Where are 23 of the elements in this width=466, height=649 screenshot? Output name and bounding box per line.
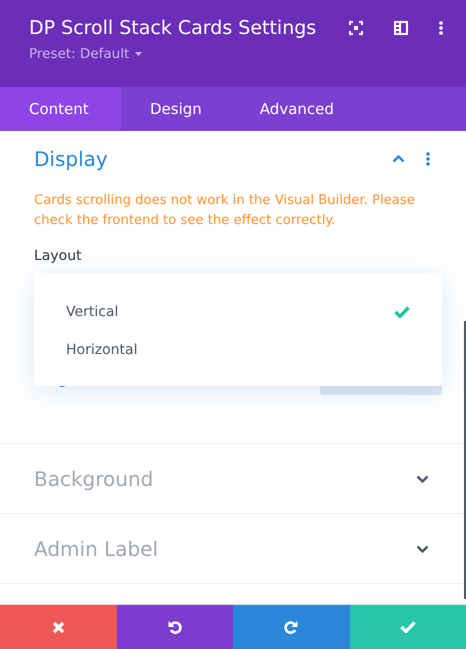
more-icon[interactable] xyxy=(439,21,443,35)
dropdown-option[interactable]: Vertical xyxy=(34,293,442,331)
tab[interactable]: Advanced xyxy=(230,87,363,131)
window-title: DP Scroll Stack Cards Settings xyxy=(29,17,316,39)
tab[interactable]: Content xyxy=(0,87,121,131)
undo-icon xyxy=(166,619,183,635)
more-icon[interactable] xyxy=(426,152,430,166)
field-label: Layout xyxy=(34,248,83,264)
checkmark-icon xyxy=(400,621,416,633)
scrollbar[interactable] xyxy=(464,321,466,599)
redo-icon xyxy=(283,619,300,635)
chevron-up-icon[interactable] xyxy=(392,155,405,163)
dropdown-option[interactable]: Horizontal xyxy=(34,331,442,369)
tab[interactable]: Design xyxy=(121,87,231,131)
close-icon xyxy=(52,620,65,634)
chevron-down-icon[interactable] xyxy=(416,474,429,482)
caret-icon xyxy=(135,52,142,56)
sidebar-icon[interactable] xyxy=(394,21,408,35)
chevron-down-icon[interactable] xyxy=(416,544,429,552)
section-title[interactable]: Display xyxy=(34,147,108,171)
preset-dropdown[interactable]: Preset: Default xyxy=(29,46,142,62)
warning-text: Cards scrolling does not work in the Visual Builder. Please check the frontend to see the effect correctly. xyxy=(34,192,416,230)
expand-icon[interactable] xyxy=(349,21,363,35)
